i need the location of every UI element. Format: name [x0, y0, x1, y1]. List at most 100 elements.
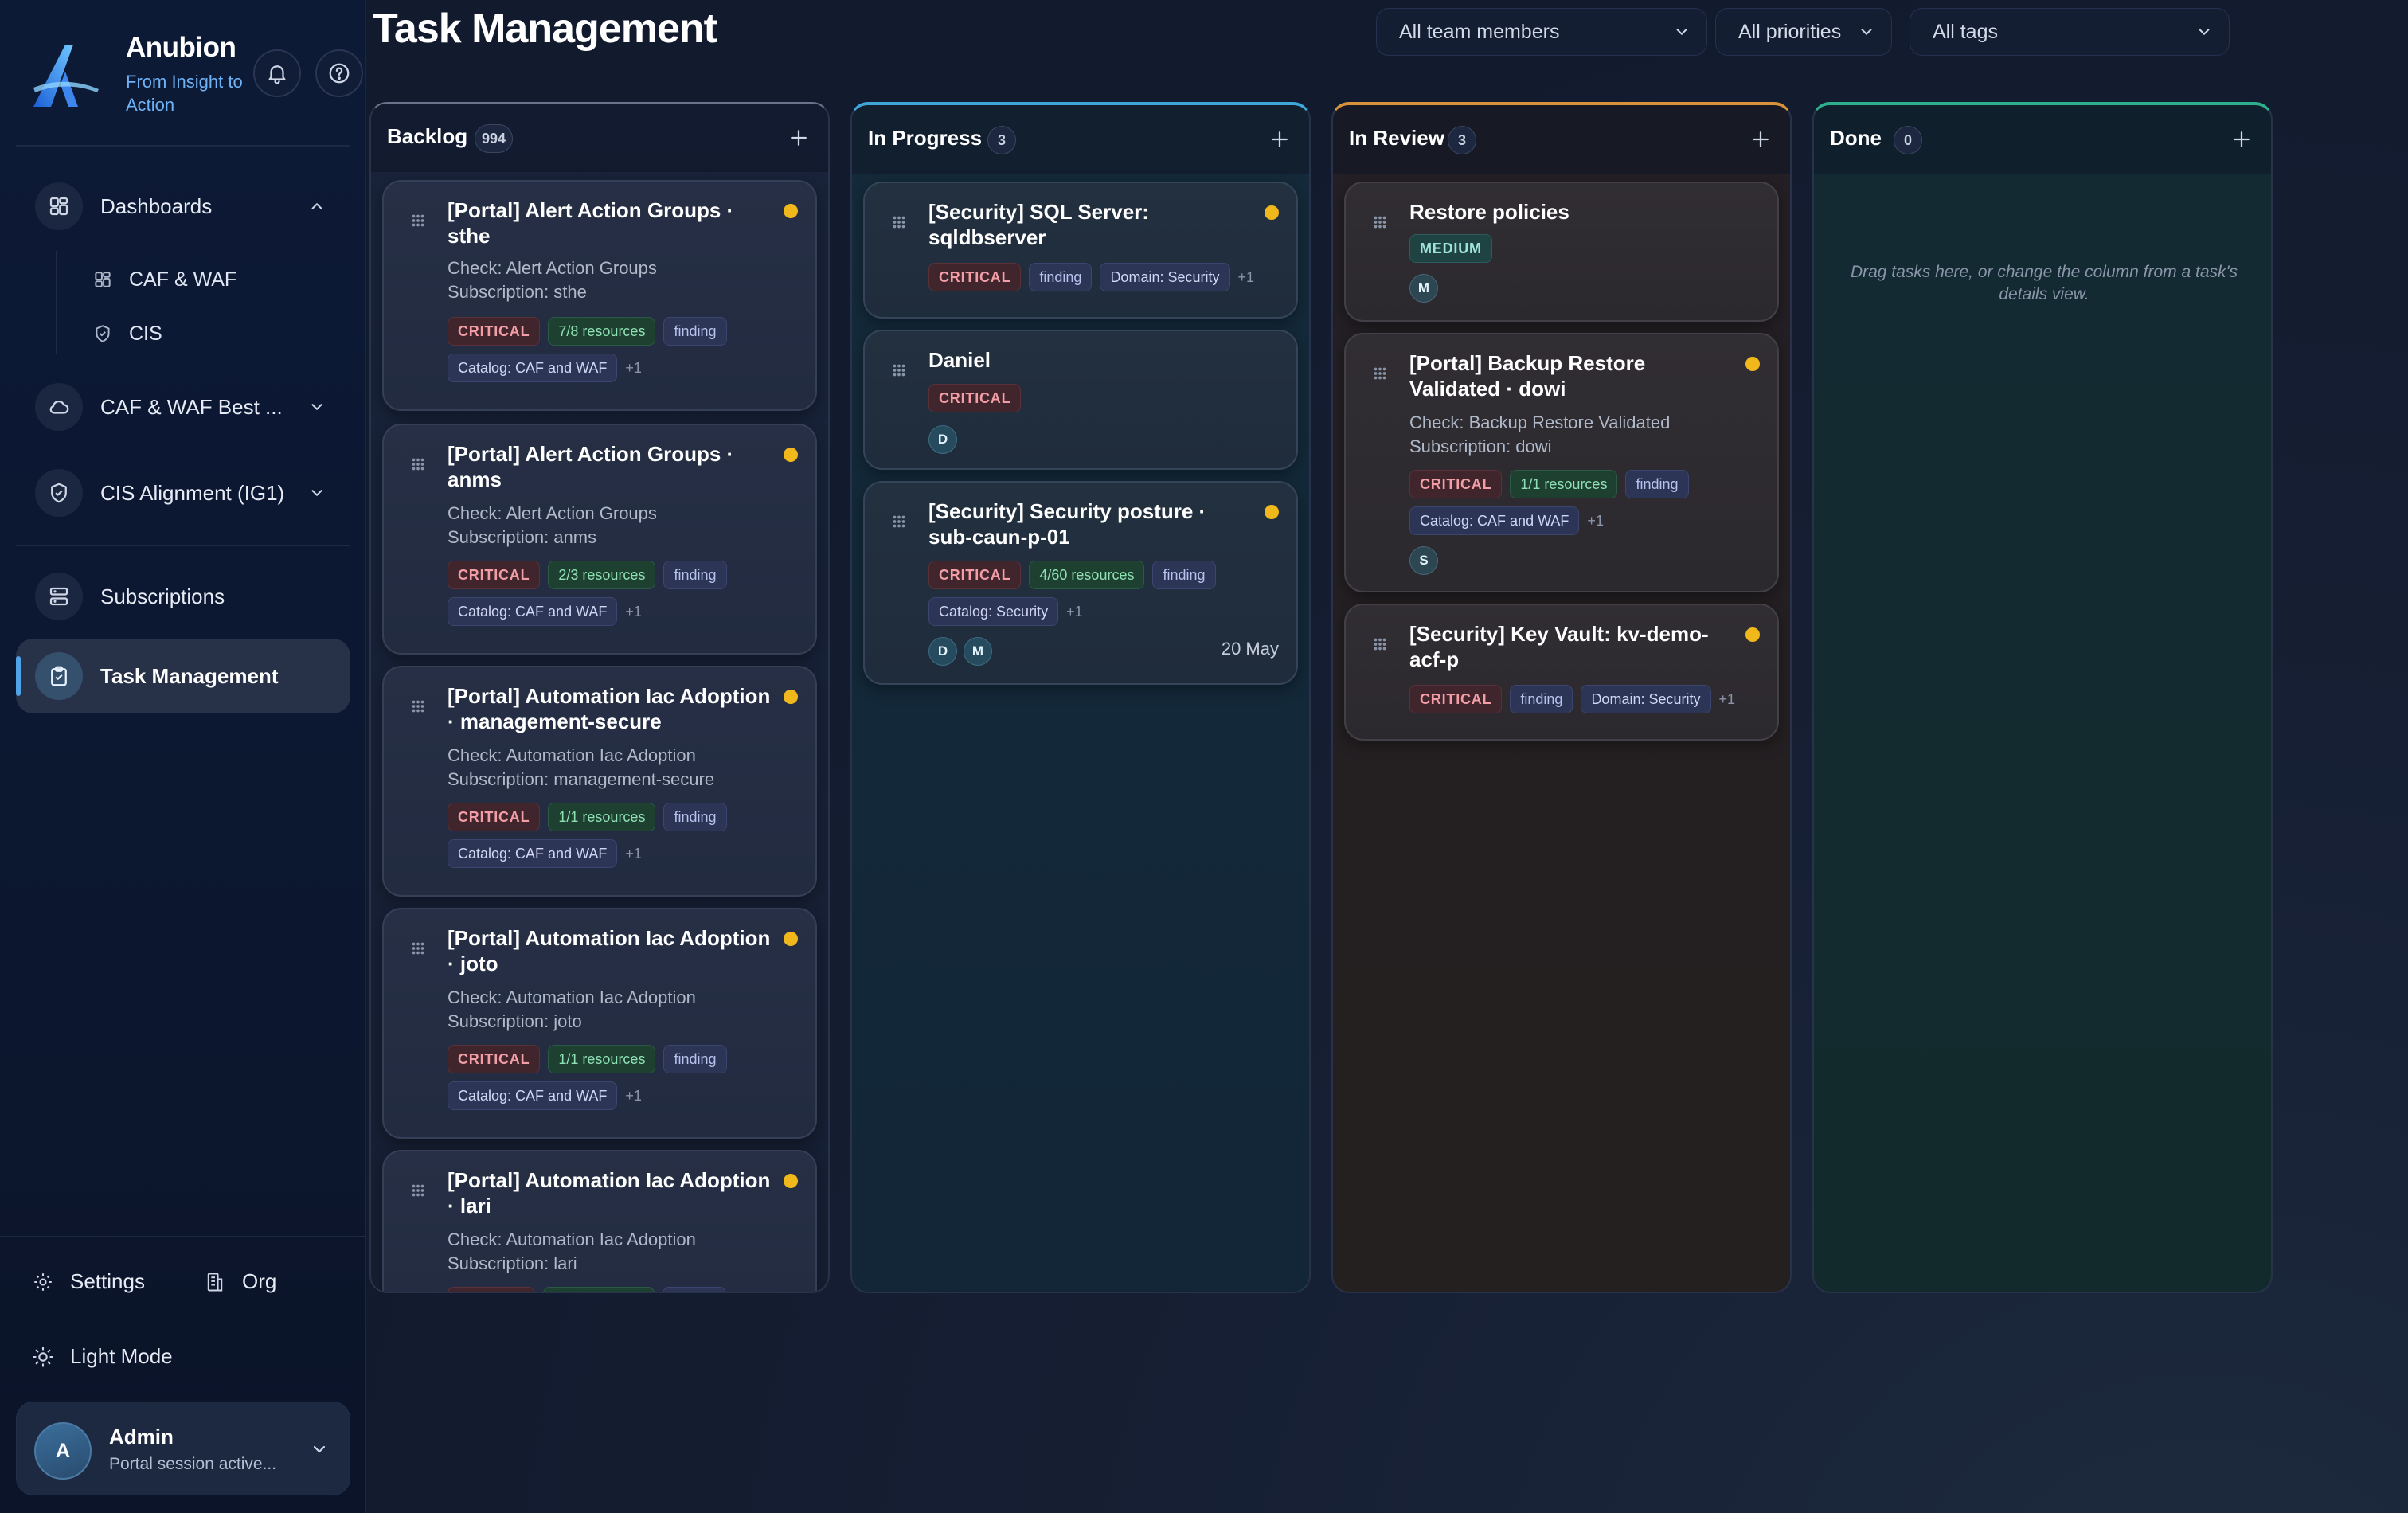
- plus-icon[interactable]: [1268, 127, 1292, 151]
- assignee-avatar[interactable]: M: [964, 637, 992, 666]
- type-tag: finding: [1510, 685, 1573, 713]
- drag-handle-icon[interactable]: [1371, 213, 1389, 231]
- task-title: [Portal] Automation Iac Adoption · lari: [448, 1168, 771, 1218]
- sidebar-subitem-label: CIS: [129, 322, 162, 345]
- tag-row: CRITICAL finding Domain: Security +1: [1409, 685, 1735, 713]
- gear-icon: [34, 1273, 52, 1291]
- cloud-icon: [35, 383, 83, 431]
- task-card[interactable]: [Security] SQL Server: sqldbserver CRITI…: [863, 182, 1298, 319]
- task-card[interactable]: [Portal] Automation Iac Adoption · joto …: [382, 908, 817, 1139]
- type-tag: finding: [663, 1045, 727, 1073]
- priority-tag: CRITICAL: [1409, 470, 1503, 498]
- priority-dot: [784, 932, 798, 946]
- drag-handle-icon[interactable]: [890, 513, 908, 530]
- sidebar: Anubion From Insight to Action Dashboard…: [0, 0, 366, 1513]
- task-card[interactable]: [Portal] Backup Restore Validated · dowi…: [1344, 333, 1779, 592]
- drag-handle-icon[interactable]: [409, 940, 427, 957]
- org-link[interactable]: Org: [204, 1269, 276, 1294]
- sidebar-item-caf-waf-best[interactable]: CAF & WAF Best ...: [16, 369, 350, 444]
- task-card[interactable]: [Security] Security posture · sub-caun-p…: [863, 481, 1298, 685]
- drag-handle-icon[interactable]: [1371, 365, 1389, 382]
- sidebar-subitem-cis[interactable]: CIS: [92, 314, 162, 354]
- task-title: [Portal] Alert Action Groups · anms: [448, 442, 734, 491]
- light-mode-label: Light Mode: [70, 1344, 173, 1368]
- task-card[interactable]: Restore policies MEDIUM M: [1344, 182, 1779, 322]
- shield-icon: [35, 469, 83, 517]
- type-tag: finding: [1625, 470, 1689, 498]
- catalog-tag: Catalog: CAF and WAF: [448, 1081, 618, 1110]
- task-card[interactable]: Daniel CRITICAL D: [863, 330, 1298, 470]
- more-tags-count: +1: [625, 845, 642, 862]
- chevron-down-icon[interactable]: [307, 397, 326, 416]
- priority-tag: CRITICAL: [448, 561, 541, 589]
- task-card[interactable]: [Portal] Alert Action Groups · anms Chec…: [382, 424, 817, 655]
- priorities-filter[interactable]: All priorities: [1715, 8, 1892, 56]
- plus-icon[interactable]: [787, 126, 811, 150]
- light-mode-toggle[interactable]: Light Mode: [32, 1344, 173, 1369]
- column-header: In Review 3: [1333, 105, 1790, 174]
- chevron-up-icon[interactable]: [307, 197, 326, 216]
- team-members-filter[interactable]: All team members: [1376, 8, 1707, 56]
- plus-icon[interactable]: [2230, 127, 2254, 151]
- assignee-avatar[interactable]: D: [928, 425, 957, 454]
- type-tag: finding: [1152, 561, 1216, 589]
- drag-handle-icon[interactable]: [409, 1182, 427, 1199]
- task-title: [Portal] Alert Action Groups · sthe: [448, 198, 734, 248]
- settings-label: Settings: [70, 1269, 145, 1293]
- tag-row: Catalog: Security +1: [928, 597, 1083, 626]
- bell-icon: [268, 65, 286, 84]
- chevron-down-icon[interactable]: [310, 1440, 329, 1463]
- tag-row: Catalog: CAF and WAF +1: [448, 1081, 642, 1110]
- brand[interactable]: Anubion From Insight to Action: [30, 32, 243, 119]
- sidebar-item-cis-alignment[interactable]: CIS Alignment (IG1): [16, 455, 350, 530]
- task-title: [Security] SQL Server: sqldbserver: [928, 200, 1149, 249]
- sidebar-subitem-label: CAF & WAF: [129, 268, 237, 291]
- drag-handle-icon[interactable]: [890, 362, 908, 379]
- task-card[interactable]: [Portal] Automation Iac Adoption · lari …: [382, 1150, 817, 1292]
- sidebar-item-dashboards[interactable]: Dashboards: [16, 169, 350, 244]
- drag-handle-icon[interactable]: [890, 213, 908, 231]
- task-check: Check: Automation Iac Adoption: [448, 1230, 696, 1249]
- priority-dot: [784, 204, 798, 218]
- brand-name: Anubion: [126, 32, 236, 63]
- active-indicator: [16, 656, 21, 696]
- resources-tag: [543, 1287, 655, 1292]
- building-icon: [207, 1272, 223, 1292]
- drag-handle-icon[interactable]: [1371, 635, 1389, 653]
- sidebar-divider: [16, 145, 350, 147]
- sidebar-item-label: Task Management: [100, 663, 279, 688]
- task-card[interactable]: [Portal] Automation Iac Adoption · manag…: [382, 666, 817, 897]
- sidebar-item-task-management[interactable]: Task Management: [16, 639, 350, 713]
- user-status: Portal session active...: [109, 1455, 277, 1473]
- sidebar-subitem-caf-waf[interactable]: CAF & WAF: [92, 260, 236, 299]
- grid-icon: [35, 182, 83, 230]
- domain-tag: Domain: Security: [1581, 685, 1711, 713]
- task-subscription: Subscription: management-secure: [448, 769, 715, 789]
- more-tags-count: +1: [625, 359, 642, 376]
- drag-handle-icon[interactable]: [409, 698, 427, 715]
- user-menu[interactable]: A Admin Portal session active...: [16, 1402, 350, 1495]
- sidebar-item-label: Dashboards: [100, 194, 213, 218]
- task-card[interactable]: [Security] Key Vault: kv-demo-acf-p CRIT…: [1344, 604, 1779, 741]
- plus-icon[interactable]: [1749, 127, 1773, 151]
- settings-link[interactable]: Settings: [32, 1269, 145, 1294]
- chevron-down-icon[interactable]: [307, 483, 326, 502]
- task-title: [Security] Security posture · sub-caun-p…: [928, 499, 1206, 549]
- more-tags-count: +1: [1587, 512, 1604, 529]
- priority-dot: [784, 1174, 798, 1188]
- task-check: Check: Alert Action Groups: [448, 503, 657, 523]
- assignee-avatar[interactable]: M: [1409, 274, 1438, 303]
- priority-tag: [448, 1287, 535, 1292]
- grid-icon: [95, 272, 111, 287]
- sidebar-divider: [0, 1236, 366, 1237]
- assignee-avatar[interactable]: D: [928, 637, 957, 666]
- drag-handle-icon[interactable]: [409, 212, 427, 229]
- drag-handle-icon[interactable]: [409, 455, 427, 473]
- help-button[interactable]: [315, 49, 363, 97]
- assignee-avatar[interactable]: S: [1409, 546, 1438, 575]
- tag-row: CRITICAL 7/8 resources finding: [448, 317, 727, 346]
- sidebar-item-subscriptions[interactable]: Subscriptions: [16, 559, 350, 634]
- tags-filter[interactable]: All tags: [1910, 8, 2230, 56]
- task-card[interactable]: [Portal] Alert Action Groups · sthe Chec…: [382, 180, 817, 411]
- notifications-button[interactable]: [253, 49, 301, 97]
